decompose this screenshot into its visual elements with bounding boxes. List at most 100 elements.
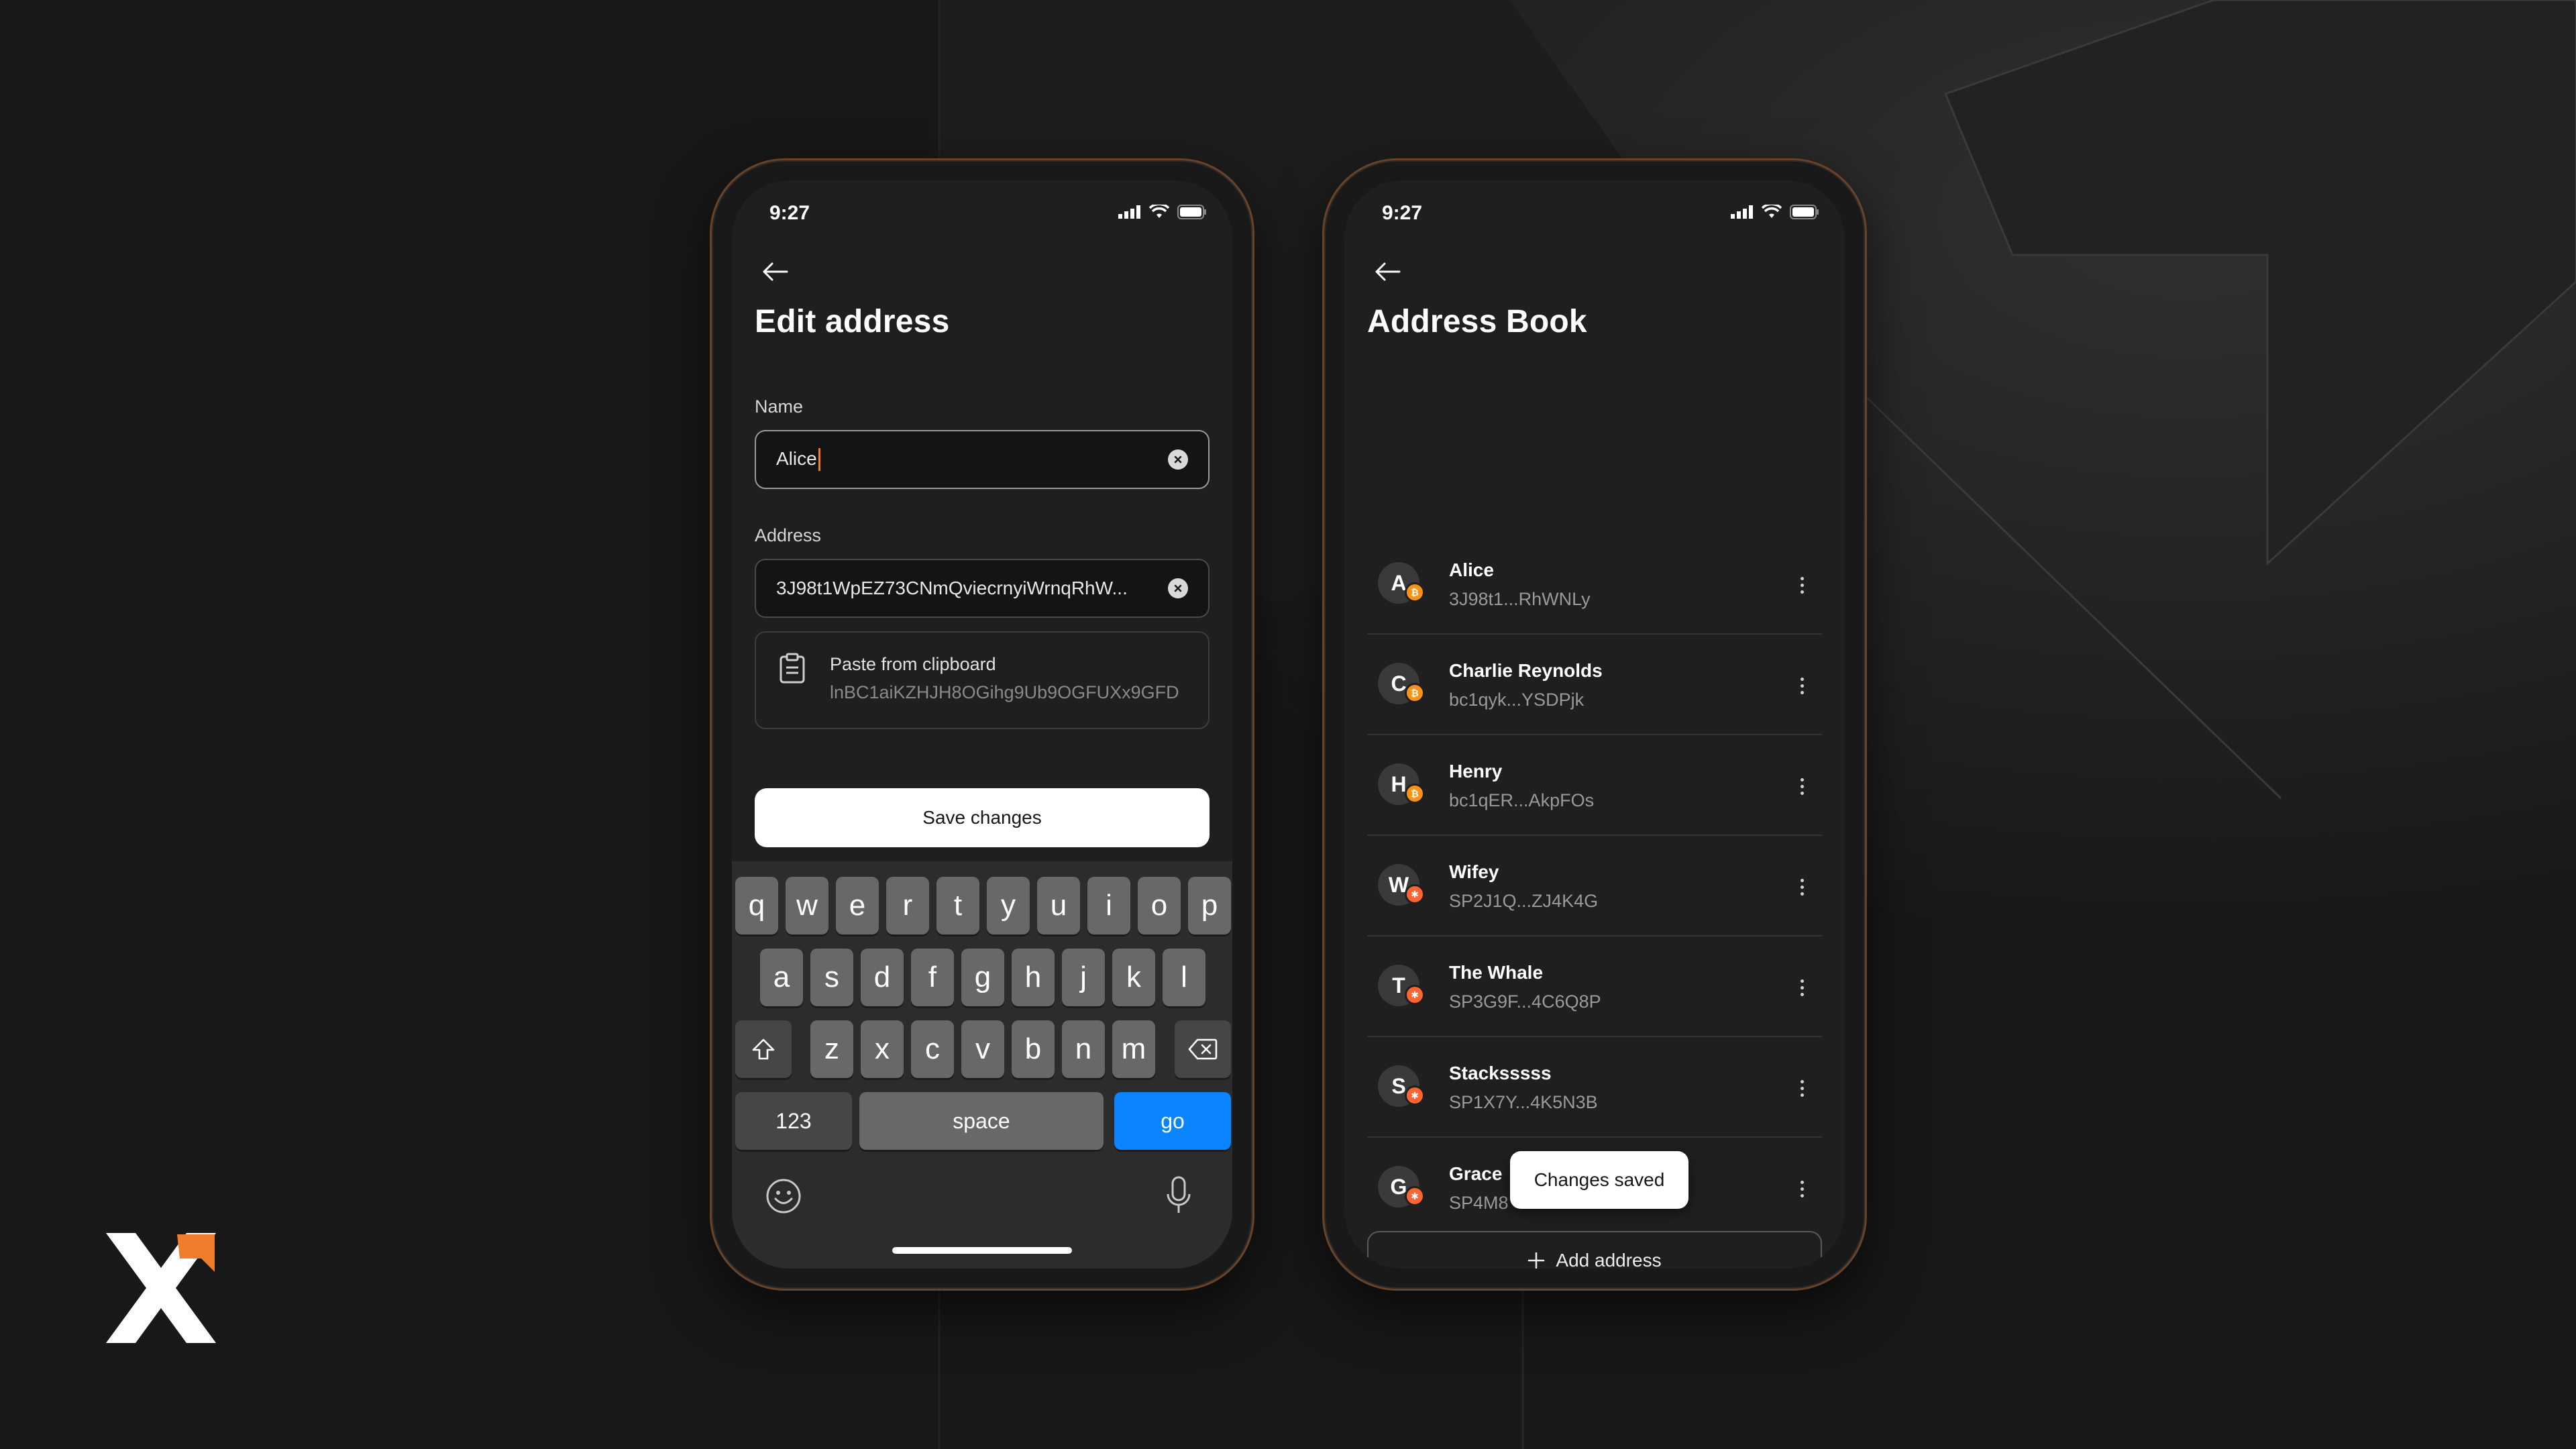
key-q[interactable]: q <box>735 877 778 934</box>
address-value: 3J98t1WpEZ73CNmQviecrnyiWrnqRhW... <box>776 578 1128 598</box>
more-options-button[interactable] <box>1791 1075 1813 1102</box>
status-icons <box>1118 205 1207 219</box>
key-z[interactable]: z <box>810 1020 853 1078</box>
contact-address: SP1X7Y...4K5N3B <box>1449 1092 1598 1112</box>
bitcoin-icon: ₿ <box>1405 582 1425 602</box>
more-options-button[interactable] <box>1791 572 1813 598</box>
key-i[interactable]: i <box>1087 877 1130 934</box>
name-value: Alice <box>776 448 1168 472</box>
back-button[interactable] <box>756 253 794 290</box>
close-icon <box>1174 584 1182 592</box>
shift-key[interactable] <box>735 1020 792 1078</box>
save-changes-button[interactable]: Save changes <box>755 788 1210 847</box>
go-key[interactable]: go <box>1114 1092 1231 1150</box>
more-options-button[interactable] <box>1791 672 1813 699</box>
page-title: Edit address <box>755 304 950 339</box>
name-field[interactable]: Alice <box>755 430 1210 489</box>
contact-address: bc1qyk...YSDPjk <box>1449 690 1585 710</box>
key-u[interactable]: u <box>1037 877 1080 934</box>
contact-name: Wifey <box>1449 861 1499 882</box>
key-n[interactable]: n <box>1062 1020 1105 1078</box>
edit-address-screen: 9:27 Edit address Name Alice Address 3J9… <box>732 180 1232 1269</box>
address-book-screen: 9:27 Address Book A ₿ Alice 3J98t1...RhW… <box>1344 180 1845 1269</box>
key-x[interactable]: x <box>861 1020 904 1078</box>
status-bar: 9:27 <box>1344 180 1845 241</box>
home-indicator-hidden <box>1505 1247 1684 1254</box>
text-caret <box>818 448 820 472</box>
contact-row-charlie[interactable]: C ₿ Charlie Reynolds bc1qyk...YSDPjk <box>1367 635 1822 735</box>
key-t[interactable]: t <box>936 877 979 934</box>
contact-row-alice[interactable]: A ₿ Alice 3J98t1...RhWNLy <box>1367 534 1822 635</box>
contact-address: 3J98t1...RhWNLy <box>1449 589 1591 609</box>
key-v[interactable]: v <box>961 1020 1004 1078</box>
clear-name-button[interactable] <box>1168 449 1188 470</box>
phone-edit-address: 9:27 Edit address Name Alice Address 3J9… <box>710 158 1254 1291</box>
contact-address: bc1qER...AkpFOs <box>1449 790 1595 810</box>
backspace-icon <box>1188 1038 1218 1060</box>
contact-row-stacksssss[interactable]: S ✱ Stacksssss SP1X7Y...4K5N3B <box>1367 1037 1822 1138</box>
stacks-icon: ✱ <box>1405 1085 1425 1106</box>
key-l[interactable]: l <box>1163 949 1205 1006</box>
x-logo-icon <box>106 1233 216 1343</box>
contact-address: SP4M8 <box>1449 1193 1509 1213</box>
microphone-icon[interactable] <box>1165 1175 1192 1216</box>
key-d[interactable]: d <box>861 949 904 1006</box>
key-k[interactable]: k <box>1112 949 1155 1006</box>
key-b[interactable]: b <box>1012 1020 1055 1078</box>
contact-name: Charlie Reynolds <box>1449 660 1603 681</box>
home-indicator <box>892 1247 1072 1254</box>
contact-name: Henry <box>1449 761 1503 782</box>
status-time: 9:27 <box>1382 202 1423 224</box>
key-r[interactable]: r <box>886 877 929 934</box>
phone-address-book: 9:27 Address Book A ₿ Alice 3J98t1...RhW… <box>1322 158 1867 1291</box>
signal-icon <box>1118 205 1140 219</box>
battery-icon <box>1177 205 1206 219</box>
bitcoin-icon: ₿ <box>1405 683 1425 703</box>
more-options-button[interactable] <box>1791 1175 1813 1202</box>
contact-row-wifey[interactable]: W ✱ Wifey SP2J1Q...ZJ4K4G <box>1367 836 1822 936</box>
paste-from-clipboard-card[interactable]: Paste from clipboard lnBC1aiKZHJH8OGihg9… <box>755 631 1210 729</box>
key-h[interactable]: h <box>1012 949 1055 1006</box>
contact-address: SP2J1Q...ZJ4K4G <box>1449 891 1599 911</box>
contact-name: Grace <box>1449 1163 1503 1184</box>
contact-row-the-whale[interactable]: T ✱ The Whale SP3G9F...4C6Q8P <box>1367 936 1822 1037</box>
contact-name: Stacksssss <box>1449 1063 1552 1083</box>
more-options-button[interactable] <box>1791 974 1813 1001</box>
background-decoration <box>0 0 2576 1449</box>
clear-address-button[interactable] <box>1168 578 1188 598</box>
key-j[interactable]: j <box>1062 949 1105 1006</box>
bitcoin-icon: ₿ <box>1405 784 1425 804</box>
key-o[interactable]: o <box>1138 877 1181 934</box>
name-text: Alice <box>776 447 817 469</box>
key-c[interactable]: c <box>911 1020 954 1078</box>
key-e[interactable]: e <box>836 877 879 934</box>
key-m[interactable]: m <box>1112 1020 1155 1078</box>
key-a[interactable]: a <box>760 949 803 1006</box>
back-button[interactable] <box>1368 253 1406 290</box>
changes-saved-toast: Changes saved <box>1510 1151 1688 1209</box>
emoji-icon[interactable] <box>765 1178 802 1214</box>
backspace-key[interactable] <box>1175 1020 1231 1078</box>
more-options-button[interactable] <box>1791 773 1813 800</box>
space-key[interactable]: space <box>859 1092 1104 1150</box>
plus-icon <box>1528 1252 1545 1269</box>
key-s[interactable]: s <box>810 949 853 1006</box>
status-time: 9:27 <box>769 202 810 224</box>
signal-icon <box>1731 205 1753 219</box>
key-g[interactable]: g <box>961 949 1004 1006</box>
key-p[interactable]: p <box>1188 877 1231 934</box>
numbers-key[interactable]: 123 <box>735 1092 852 1150</box>
key-f[interactable]: f <box>911 949 954 1006</box>
more-options-button[interactable] <box>1791 873 1813 900</box>
key-w[interactable]: w <box>786 877 828 934</box>
page-title: Address Book <box>1367 304 1587 339</box>
close-icon <box>1174 455 1182 464</box>
key-y[interactable]: y <box>987 877 1030 934</box>
name-label: Name <box>755 396 804 417</box>
contact-name: Alice <box>1449 559 1494 580</box>
address-field[interactable]: 3J98t1WpEZ73CNmQviecrnyiWrnqRhW... <box>755 559 1210 618</box>
clipboard-icon <box>780 653 805 684</box>
stacks-icon: ✱ <box>1405 985 1425 1005</box>
contact-row-henry[interactable]: H ₿ Henry bc1qER...AkpFOs <box>1367 735 1822 836</box>
wifi-icon <box>1762 205 1782 218</box>
